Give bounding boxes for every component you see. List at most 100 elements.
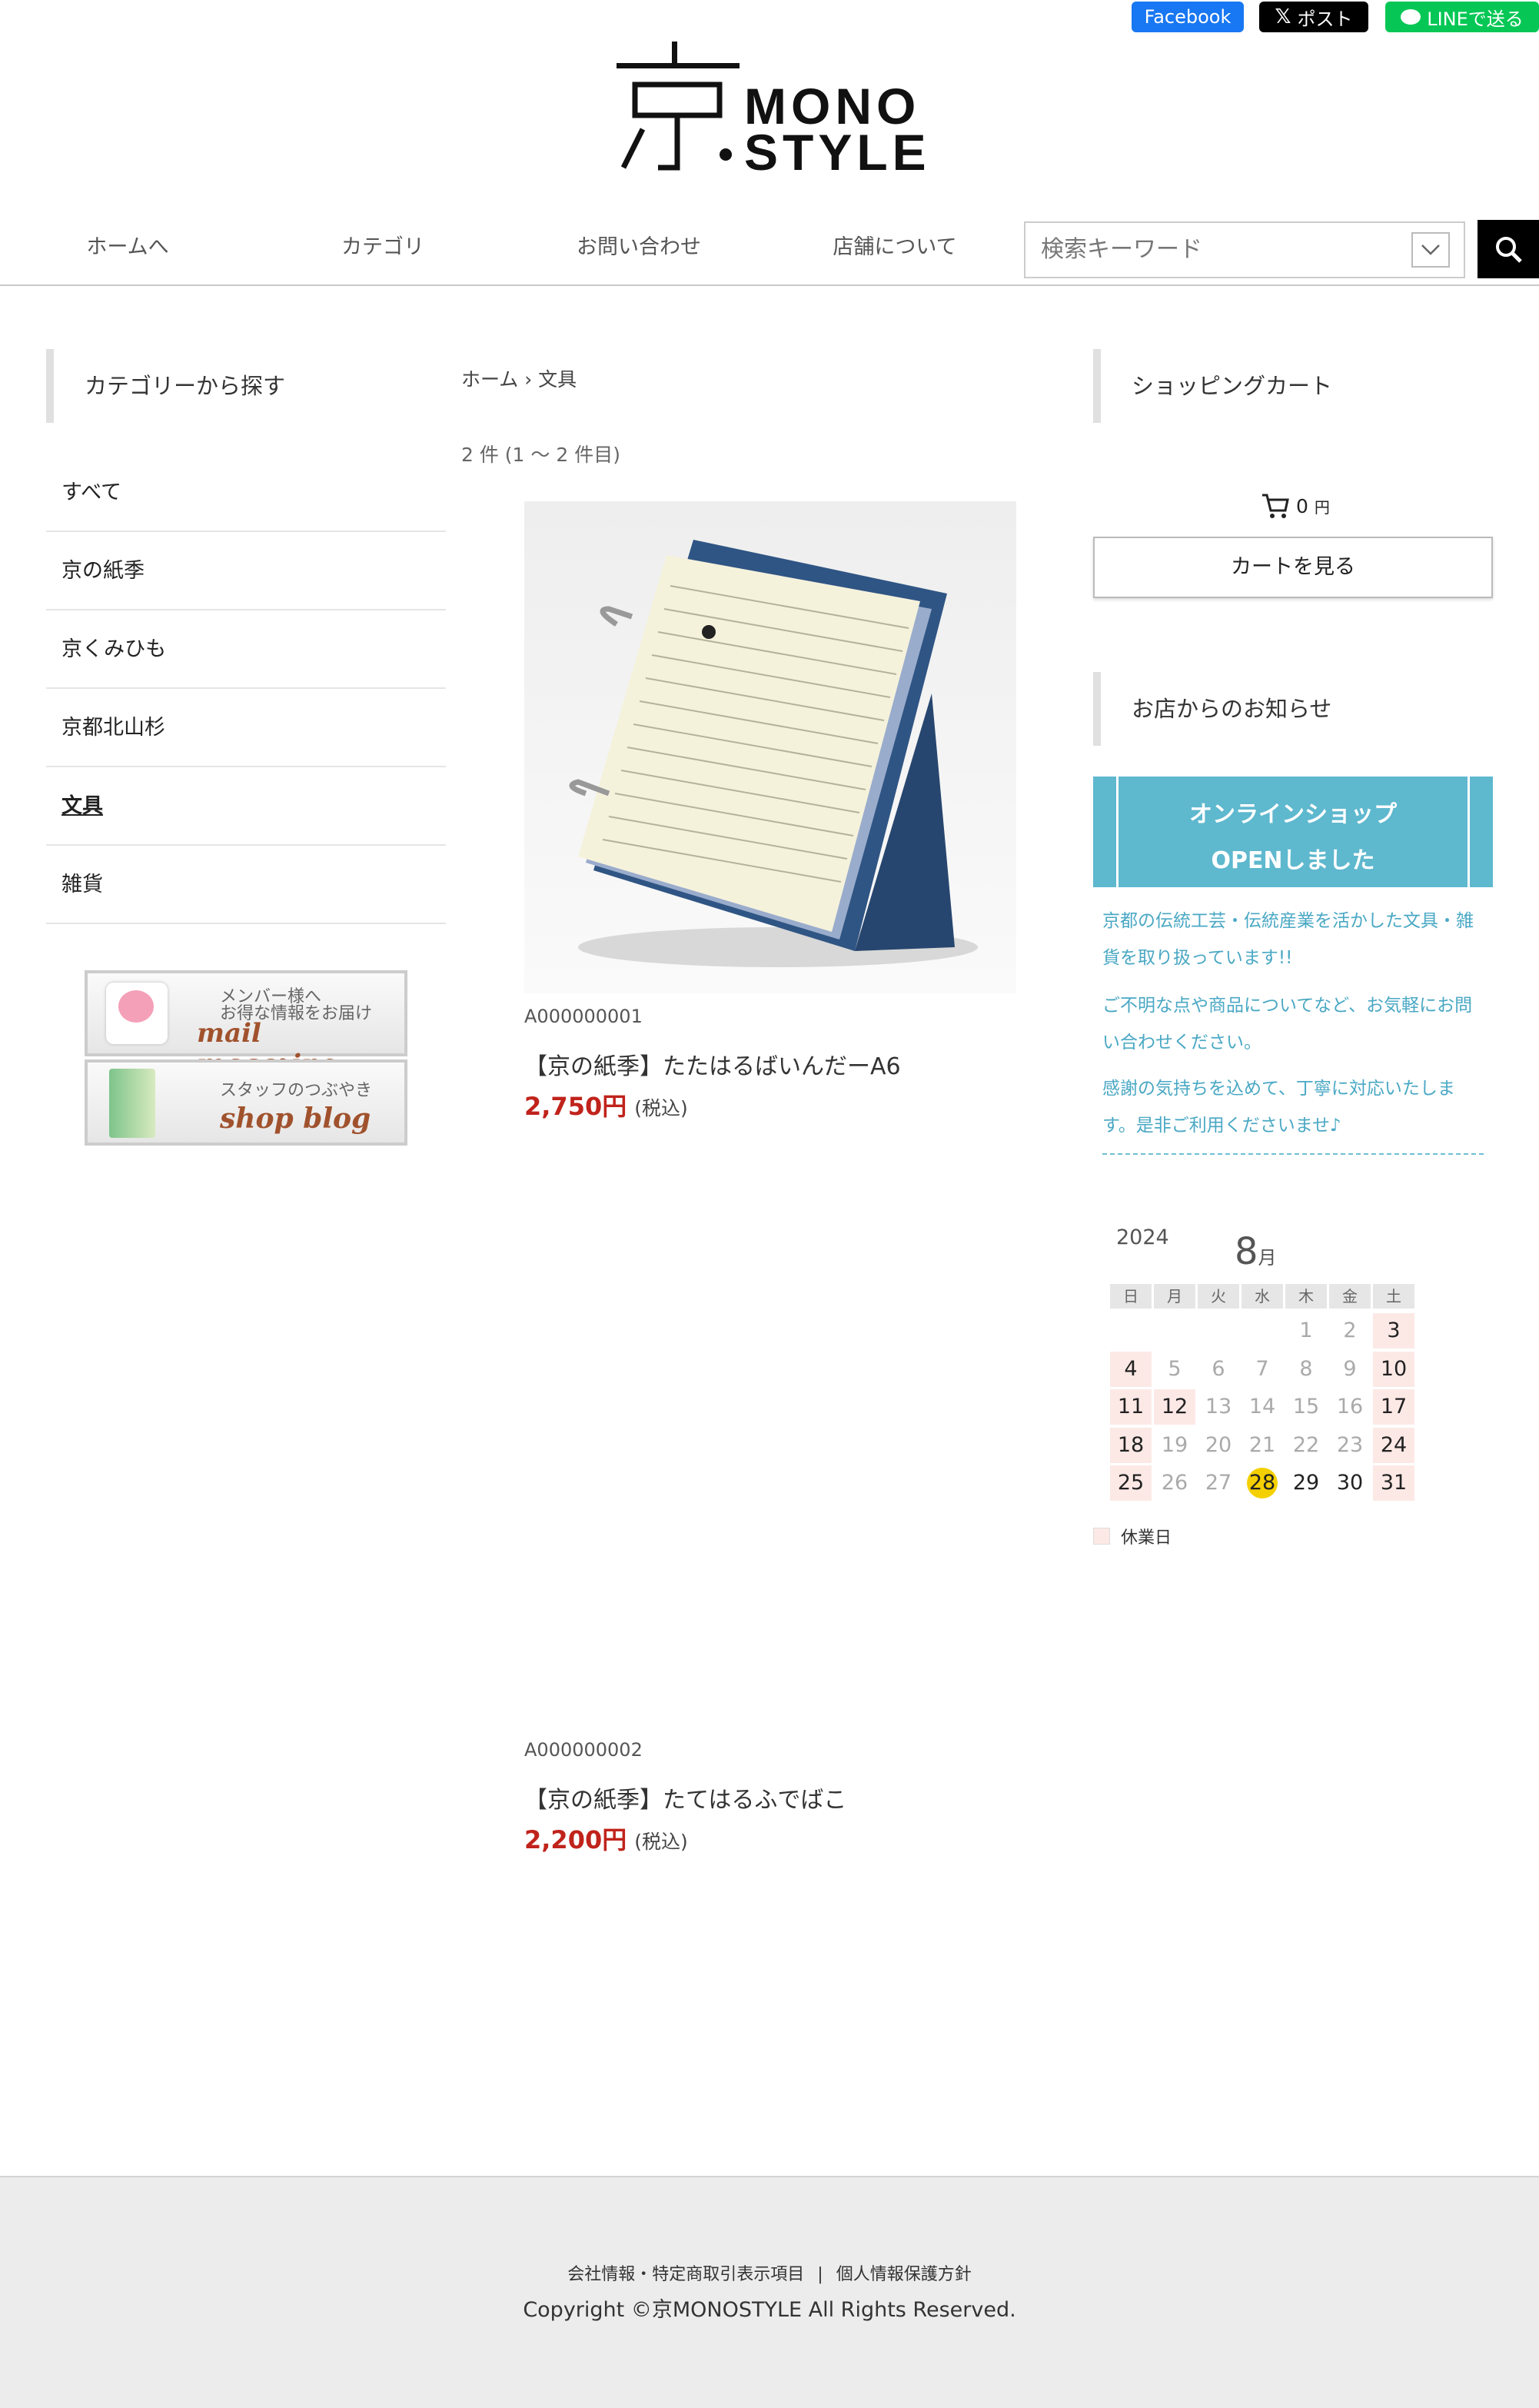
x-post-label: ポスト xyxy=(1297,8,1353,30)
news-heading: お店からのお知らせ xyxy=(1093,672,1493,746)
search-category-dropdown[interactable] xyxy=(1411,232,1450,268)
footer-link-privacy[interactable]: 個人情報保護方針 xyxy=(836,2265,972,2284)
category-heading: カテゴリーから探す xyxy=(46,349,446,423)
nav-about-store[interactable]: 店舗について xyxy=(818,217,972,278)
search-input[interactable]: 検索キーワード xyxy=(1024,221,1465,278)
nav-contact[interactable]: お問い合わせ xyxy=(562,217,716,278)
calendar-day: 22 xyxy=(1292,1432,1320,1457)
calendar-day: 2 xyxy=(1343,1319,1357,1342)
calendar-day: 18 xyxy=(1110,1427,1152,1463)
banner-line2: OPENしました xyxy=(1211,847,1375,874)
calendar-day: 25 xyxy=(1110,1465,1152,1501)
breadcrumb-home[interactable]: ホーム xyxy=(461,368,518,391)
calendar-day: 15 xyxy=(1292,1395,1320,1419)
breadcrumb-current: 文具 xyxy=(538,368,577,391)
mail-magazine-banner[interactable]: メンバー様へ お得な情報をお届け mail magazine xyxy=(85,970,407,1079)
logo-style: STYLE xyxy=(744,124,931,181)
calendar-day: 12 xyxy=(1154,1389,1195,1425)
envelope-icon xyxy=(106,983,168,1044)
cart-total: 0 xyxy=(1296,494,1308,517)
category-item-all[interactable]: すべて xyxy=(46,454,446,532)
binder-image xyxy=(524,501,1016,993)
news-paragraph: 京都の伝統工芸・伝統産業を活かした文具・雑貨を取り扱っています!! xyxy=(1102,911,1474,968)
category-item-stationery[interactable]: 文具 xyxy=(46,767,446,846)
calendar-day: 19 xyxy=(1161,1432,1188,1457)
cart-heading: ショッピングカート xyxy=(1093,349,1493,423)
facebook-share-button[interactable]: Facebook xyxy=(1132,2,1244,32)
chevron-down-icon xyxy=(1421,244,1440,255)
calendar-month: 8月 xyxy=(1235,1230,1277,1273)
cart-summary: 0円 xyxy=(1261,492,1330,520)
calendar-weekday: 水 xyxy=(1242,1284,1283,1309)
calendar-day: 3 xyxy=(1373,1313,1414,1349)
calendar-day: 6 xyxy=(1212,1356,1225,1381)
closed-day-swatch xyxy=(1093,1528,1110,1545)
calendar-day: 5 xyxy=(1168,1356,1182,1381)
search-placeholder: 検索キーワード xyxy=(1041,236,1202,263)
calendar-day: 27 xyxy=(1205,1471,1232,1495)
x-post-button[interactable]: 𝕏 ポスト xyxy=(1259,2,1368,32)
calendar-day: 17 xyxy=(1373,1389,1414,1425)
calendar-day: 30 xyxy=(1336,1471,1364,1495)
product-name[interactable]: 【京の紙季】たたはるばいんだーA6 xyxy=(524,1047,901,1081)
site-footer: 会社情報・特定商取引表示項目 | 個人情報保護方針 Copyright ©京MO… xyxy=(0,2176,1539,2408)
view-cart-button[interactable]: カートを見る xyxy=(1093,537,1493,598)
calendar-day: 26 xyxy=(1161,1471,1188,1495)
line-share-button[interactable]: LINEで送る xyxy=(1385,2,1539,32)
cart-currency: 円 xyxy=(1314,497,1330,517)
calendar-weekday: 月 xyxy=(1154,1284,1195,1309)
calendar-day: 11 xyxy=(1110,1389,1152,1425)
tax-label: (税込) xyxy=(634,1097,688,1119)
breadcrumb: ホーム › 文具 xyxy=(461,364,577,392)
calendar-day: 1 xyxy=(1299,1319,1313,1342)
shop-blog-banner[interactable]: スタッフのつぶやき shop blog xyxy=(85,1059,407,1146)
footer-separator: | xyxy=(817,2265,823,2284)
calendar-day: 14 xyxy=(1248,1395,1276,1419)
calendar-day: 16 xyxy=(1336,1395,1364,1419)
news-paragraph: 感謝の気持ちを込めて、丁寧に対応いたします。是非ご利用くださいませ♪ xyxy=(1102,1079,1455,1136)
line-label: LINEで送る xyxy=(1427,8,1524,30)
news-paragraph: ご不明な点や商品についてなど、お気軽にお問い合わせください。 xyxy=(1102,996,1473,1053)
search-button[interactable] xyxy=(1478,220,1539,278)
tax-label: (税込) xyxy=(634,1831,688,1853)
calendar-day: 29 xyxy=(1292,1471,1320,1495)
calendar-day: 8 xyxy=(1299,1356,1313,1381)
product-price: 2,200円 (税込) xyxy=(524,1821,688,1856)
site-logo[interactable]: MONO STYLE xyxy=(612,37,927,181)
nav-category[interactable]: カテゴリ xyxy=(306,217,460,278)
calendar-weekday: 土 xyxy=(1373,1284,1414,1309)
product-name[interactable]: 【京の紙季】たてはるふでばこ xyxy=(524,1781,846,1814)
calendar-year: 2024 xyxy=(1116,1226,1169,1249)
category-item-kyo-no-shiki[interactable]: 京の紙季 xyxy=(46,532,446,610)
online-shop-open-banner: オンラインショップ OPENしました xyxy=(1093,777,1493,887)
line-icon xyxy=(1401,9,1421,25)
category-item-kumihimo[interactable]: 京くみひも xyxy=(46,610,446,689)
calendar-month-suffix: 月 xyxy=(1258,1247,1277,1269)
facebook-label: Facebook xyxy=(1144,6,1232,28)
calendar-weekday: 木 xyxy=(1285,1284,1327,1309)
nav-home[interactable]: ホームへ xyxy=(51,217,204,278)
calendar-day: 23 xyxy=(1336,1432,1364,1457)
calendar-month-number: 8 xyxy=(1235,1230,1258,1273)
calendar-day: 10 xyxy=(1373,1351,1414,1387)
category-item-goods[interactable]: 雑貨 xyxy=(46,846,446,924)
banner-blog-line1: スタッフのつぶやき xyxy=(220,1081,373,1100)
product-image[interactable] xyxy=(524,501,1016,993)
cart-icon xyxy=(1262,494,1289,518)
category-item-kitayama-sugi[interactable]: 京都北山杉 xyxy=(46,689,446,767)
result-count: 2 件 (1 〜 2 件目) xyxy=(461,444,620,466)
closed-day-label: 休業日 xyxy=(1121,1528,1172,1548)
calendar-day: 4 xyxy=(1110,1351,1152,1387)
footer-link-company[interactable]: 会社情報・特定商取引表示項目 xyxy=(567,2265,804,2284)
footer-links: 会社情報・特定商取引表示項目 | 個人情報保護方針 xyxy=(0,2260,1539,2285)
calendar-day: 20 xyxy=(1205,1432,1232,1457)
calendar-day-today: 28 xyxy=(1242,1465,1283,1501)
shopping-bag-icon xyxy=(109,1069,155,1138)
calendar-weekday: 金 xyxy=(1329,1284,1371,1309)
calendar-day: 21 xyxy=(1248,1432,1276,1457)
price-value: 2,750円 xyxy=(524,1092,627,1121)
search-icon xyxy=(1496,237,1522,263)
x-icon: 𝕏 xyxy=(1275,5,1291,28)
breadcrumb-separator: › xyxy=(524,368,533,391)
calendar-weekday: 火 xyxy=(1198,1284,1239,1309)
